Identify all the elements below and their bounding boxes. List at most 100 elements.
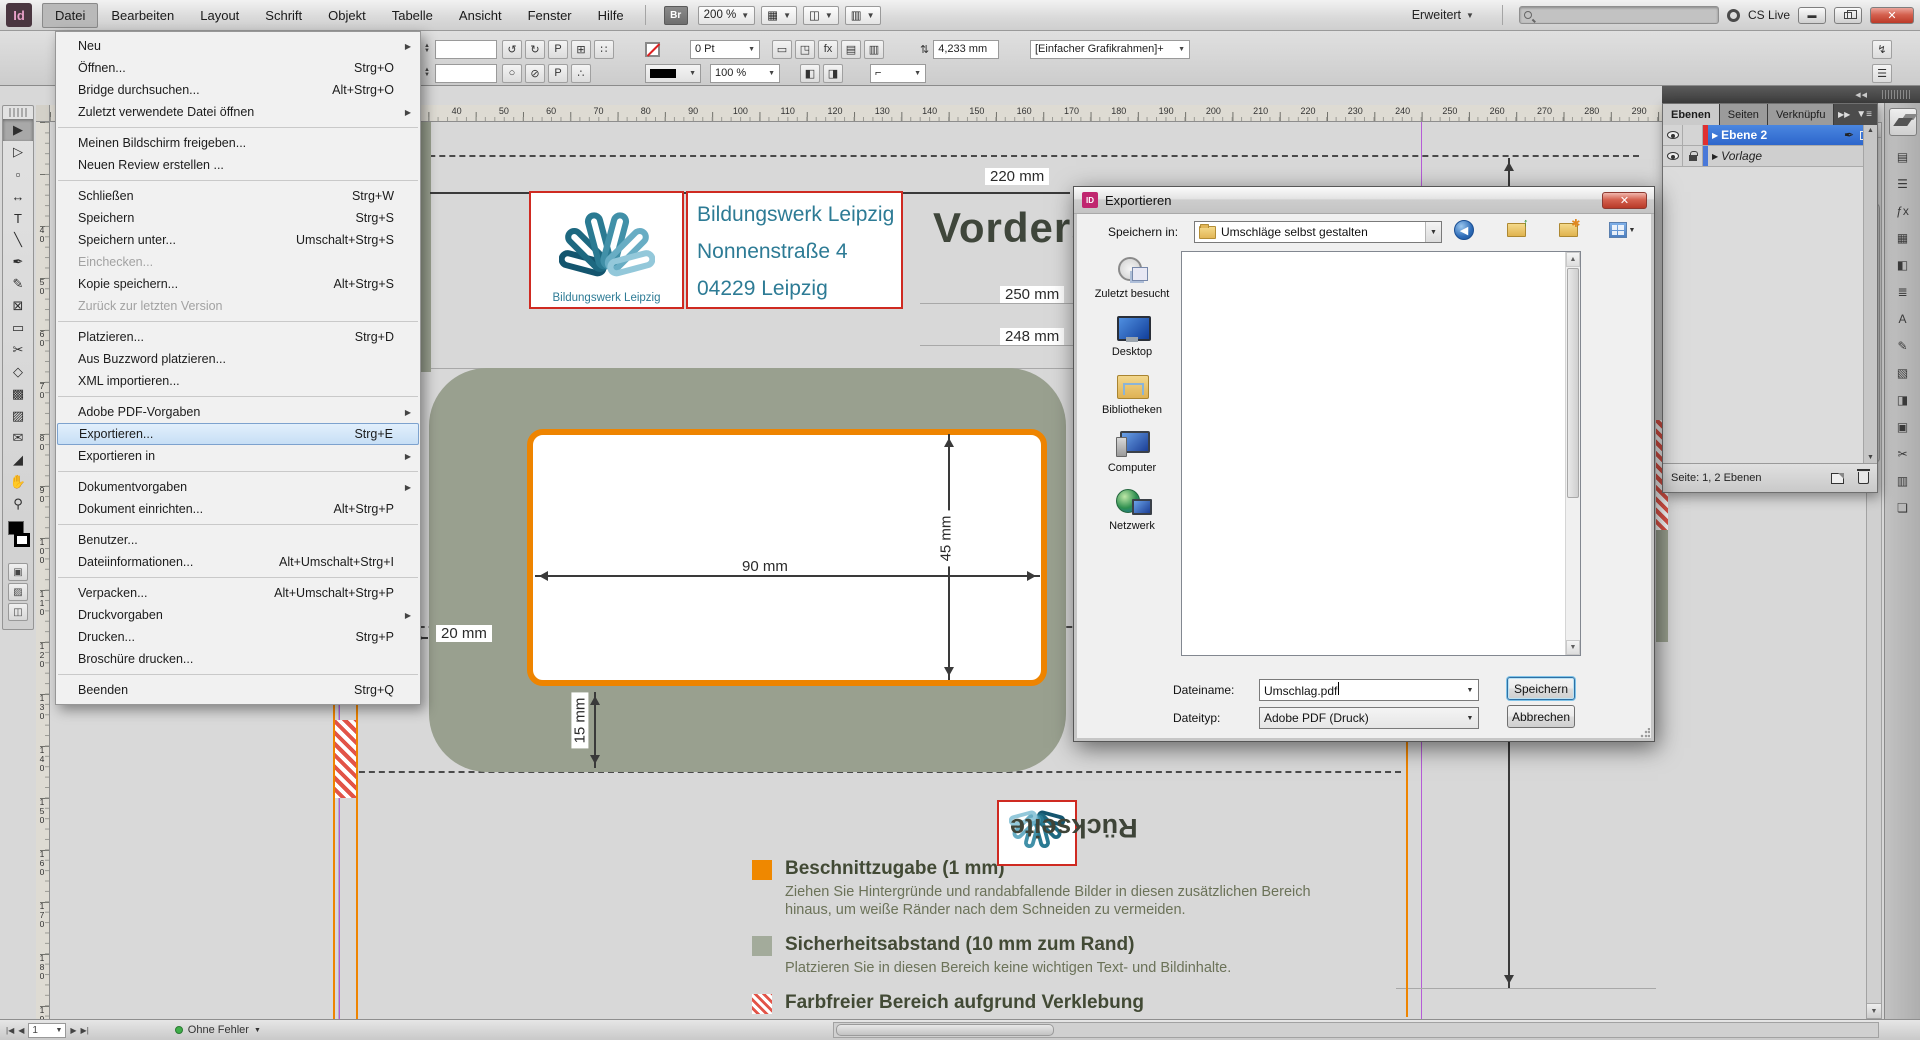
scroll-thumb[interactable]: [836, 1024, 1054, 1036]
workspace-switcher[interactable]: Erweitert▼: [1406, 6, 1480, 25]
layer-visibility-cell[interactable]: [1663, 146, 1683, 166]
up-one-level-button[interactable]: ↑: [1504, 218, 1528, 242]
dock-panel-icon[interactable]: ƒx: [1890, 200, 1916, 222]
file-menu-item[interactable]: Schließen Strg+W: [56, 185, 420, 207]
close-button[interactable]: ✕: [1870, 7, 1914, 24]
file-menu-item[interactable]: [56, 123, 420, 132]
ruler-origin-corner[interactable]: [36, 105, 50, 122]
file-menu-item[interactable]: Adobe PDF-Vorgaben: [56, 401, 420, 423]
align-grid-button[interactable]: ⊞: [571, 40, 591, 59]
file-menu-item[interactable]: [56, 670, 420, 679]
layer-row[interactable]: ▶ Vorlage ✒: [1663, 146, 1877, 167]
panel-tab[interactable]: Ebenen: [1663, 104, 1720, 125]
file-menu-item[interactable]: Speichern unter... Umschalt+Strg+S: [56, 229, 420, 251]
page-number-combo[interactable]: 1▼: [28, 1023, 66, 1038]
dialog-title-bar[interactable]: ID Exportieren: [1074, 187, 1654, 214]
new-layer-button[interactable]: [1831, 473, 1844, 484]
file-menu-item[interactable]: XML importieren...: [56, 370, 420, 392]
save-in-combo[interactable]: Umschläge selbst gestalten ▼: [1194, 221, 1442, 243]
file-menu-item[interactable]: [56, 392, 420, 401]
next-page-button[interactable]: ▶: [70, 1026, 76, 1035]
apply-color-button[interactable]: ▨: [8, 583, 28, 601]
dock-panel-icon[interactable]: ▤: [1890, 146, 1916, 168]
dialog-close-button[interactable]: ✕: [1602, 192, 1647, 209]
stroke-weight-combo[interactable]: 0 Pt▼: [690, 40, 760, 59]
file-menu-item[interactable]: Exportieren... Strg+E: [57, 423, 419, 445]
distribute-button[interactable]: ∷: [594, 40, 614, 59]
dock-panel-icon[interactable]: ◧: [1890, 254, 1916, 276]
delete-layer-button[interactable]: [1858, 472, 1869, 484]
place-item[interactable]: Zuletzt besucht: [1095, 255, 1170, 300]
save-button[interactable]: Speichern: [1507, 677, 1575, 700]
fill-stroke-swatches[interactable]: [7, 519, 29, 559]
dock-panel-icon[interactable]: ▧: [1890, 362, 1916, 384]
scroll-down-arrow[interactable]: ▼: [1566, 640, 1580, 655]
effects-button[interactable]: fx: [818, 40, 838, 59]
layer-name[interactable]: Ebene 2: [1721, 128, 1767, 142]
new-folder-button[interactable]: ✱: [1556, 218, 1580, 242]
cs-live-label[interactable]: CS Live: [1748, 8, 1790, 22]
filetype-combo[interactable]: Adobe PDF (Druck) ▼: [1259, 707, 1479, 729]
logo-frame[interactable]: Bildungswerk Leipzig: [529, 191, 684, 309]
scroll-down-arrow[interactable]: ▼: [1867, 1003, 1881, 1018]
dock-panel-icon[interactable]: ❏: [1890, 497, 1916, 519]
panel-tab[interactable]: Seiten: [1720, 104, 1768, 125]
file-menu-item[interactable]: Broschüre drucken...: [56, 648, 420, 670]
menu-item[interactable]: Datei: [42, 3, 98, 28]
dock-panel-icon[interactable]: ◨: [1890, 389, 1916, 411]
file-menu-item[interactable]: Öffnen... Strg+O: [56, 57, 420, 79]
layer-visibility-cell[interactable]: [1663, 125, 1683, 145]
scroll-up-arrow[interactable]: ▲: [1566, 252, 1580, 267]
file-menu-item[interactable]: Bridge durchsuchen... Alt+Strg+O: [56, 79, 420, 101]
file-menu-item[interactable]: Einchecken...: [56, 251, 420, 273]
x-position-field[interactable]: [435, 40, 497, 59]
cancel-button[interactable]: Abbrechen: [1507, 705, 1575, 728]
arrange-documents-combo[interactable]: ▥▼: [845, 6, 881, 25]
opacity-combo[interactable]: 100 %▼: [710, 64, 780, 83]
minimize-button[interactable]: ▬: [1798, 7, 1826, 24]
paragraph-button-2[interactable]: P: [548, 64, 568, 83]
bridge-button[interactable]: Br: [664, 6, 688, 25]
layer-lock-cell[interactable]: [1683, 146, 1703, 166]
dock-panel-icon[interactable]: ▣: [1890, 416, 1916, 438]
prev-page-button[interactable]: ◀: [18, 1026, 24, 1035]
fit-frame-button[interactable]: ◨: [823, 64, 843, 83]
place-item[interactable]: Bibliotheken: [1102, 371, 1162, 416]
panel-menu-button[interactable]: ☰: [1872, 64, 1892, 83]
layer-expand-icon[interactable]: ▶: [1712, 131, 1718, 140]
file-menu-item[interactable]: [56, 573, 420, 582]
file-menu-item[interactable]: [56, 176, 420, 185]
place-item[interactable]: Computer: [1108, 429, 1156, 474]
menu-item[interactable]: Tabelle: [379, 3, 446, 28]
layer-lock-cell[interactable]: [1683, 125, 1703, 145]
menu-item[interactable]: Schrift: [252, 3, 315, 28]
file-menu-item[interactable]: Speichern Strg+S: [56, 207, 420, 229]
panel-menu-icon[interactable]: ▼≡: [1856, 109, 1872, 120]
address-frame[interactable]: Bildungswerk LeipzigNonnenstraße 404229 …: [686, 191, 903, 309]
file-menu-item[interactable]: Dokument einrichten... Alt+Strg+P: [56, 498, 420, 520]
collapse-panels-icon[interactable]: ◀◀: [1855, 91, 1868, 99]
corner-options-button[interactable]: ◳: [795, 40, 815, 59]
panel-scrollbar[interactable]: ▲▼: [1863, 125, 1877, 463]
dropdown-arrow[interactable]: ▼: [1462, 680, 1478, 700]
formatting-affects-button[interactable]: ▣: [8, 563, 28, 581]
layer-name[interactable]: Vorlage: [1721, 149, 1762, 163]
zoom-level-combo[interactable]: 200 %▼: [698, 6, 756, 25]
view-options-combo[interactable]: ▦▼: [761, 6, 797, 25]
toolbox-grip[interactable]: [9, 108, 27, 117]
file-menu-item[interactable]: [56, 467, 420, 476]
stroke-color-indicator[interactable]: [645, 42, 660, 57]
file-menu-item[interactable]: Exportieren in: [56, 445, 420, 467]
spinner[interactable]: ▲▼: [424, 64, 435, 83]
menu-item[interactable]: Objekt: [315, 3, 379, 28]
file-menu-item[interactable]: Drucken... Strg+P: [56, 626, 420, 648]
file-menu-item[interactable]: Zuletzt verwendete Datei öffnen: [56, 101, 420, 123]
horizontal-scrollbar[interactable]: [833, 1022, 1879, 1038]
first-page-button[interactable]: |◀: [6, 1026, 14, 1035]
panel-tab[interactable]: Verknüpfu: [1768, 104, 1835, 125]
file-menu-item[interactable]: Neuen Review erstellen ...: [56, 154, 420, 176]
file-menu-item[interactable]: Druckvorgaben: [56, 604, 420, 626]
anchor-button[interactable]: ∴: [571, 64, 591, 83]
file-menu-item[interactable]: Verpacken... Alt+Umschalt+Strg+P: [56, 582, 420, 604]
object-style-combo[interactable]: [Einfacher Grafikrahmen]+▼: [1030, 40, 1190, 59]
